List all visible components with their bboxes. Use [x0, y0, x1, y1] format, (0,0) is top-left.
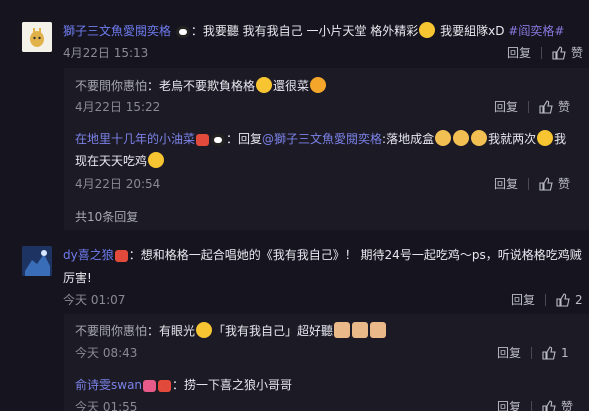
- kiss-emoji-icon: [148, 152, 165, 168]
- divider: [531, 346, 533, 359]
- avatar[interactable]: [22, 246, 52, 276]
- more-replies-link[interactable]: 共10条回复: [75, 208, 138, 225]
- thumbs-up-icon[interactable]: [552, 45, 566, 60]
- comment-actions: 回复 赞: [507, 44, 583, 61]
- reply-body: 俞诗雯swan ：捞一下喜之狼小哥哥: [75, 376, 292, 393]
- thumbs-up-icon[interactable]: [539, 176, 553, 191]
- reply-button[interactable]: 回复: [494, 98, 518, 115]
- thumbs-up-icon[interactable]: [542, 345, 556, 360]
- reply-actions: 回复 赞: [494, 175, 570, 192]
- username-link[interactable]: 在地里十几年的小油菜: [75, 132, 195, 146]
- topic-tag-link[interactable]: #阎奕格#: [508, 24, 564, 38]
- reply-text: ：老烏不要欺負格格: [147, 79, 256, 93]
- reply-panel: 不要問你惠怕：老烏不要欺負格格 還很菜 4月22日 15:22 回复 赞 在地里十…: [64, 68, 589, 230]
- reply-text-4: 我: [554, 132, 567, 146]
- avatar[interactable]: [22, 22, 52, 52]
- thumbs-up-icon[interactable]: [539, 99, 553, 114]
- reply-text-2: :落地成盒: [382, 132, 435, 146]
- reply-actions: 回复 赞: [494, 98, 570, 115]
- reply-text: ：有眼光: [147, 324, 196, 338]
- reply-body: 不要問你惠怕：老烏不要欺負格格 還很菜: [75, 77, 327, 94]
- panda-emoji-icon: [175, 26, 190, 38]
- comment-body-line2: 厉害!: [63, 269, 92, 286]
- comment-timestamp: 今天 01:07: [63, 293, 126, 307]
- reply-timestamp: 今天 08:43: [75, 346, 138, 360]
- comment-body: 獅子三文魚愛閱奕格 ：我要聽 我有我自己 一小片天堂 格外精彩 我要組隊xD #…: [63, 22, 564, 39]
- cat-emoji-icon: [453, 130, 470, 146]
- username-link[interactable]: 不要問你惠怕: [75, 324, 147, 338]
- like-button[interactable]: 赞: [571, 44, 583, 61]
- heart-badge-icon: [158, 380, 172, 392]
- username-link[interactable]: dy喜之狼: [63, 248, 114, 262]
- reply-button[interactable]: 回复: [507, 44, 531, 61]
- bunny-badge-icon: [143, 380, 157, 392]
- username-link[interactable]: 獅子三文魚愛閱奕格: [63, 24, 171, 38]
- comment-actions: 回复 2: [511, 291, 583, 308]
- cool-emoji-icon: [196, 322, 213, 338]
- divider: [545, 293, 547, 306]
- thumbs-up-icon[interactable]: [556, 292, 570, 307]
- reply-timestamp: 今天 01:55: [75, 400, 138, 411]
- heart-badge-icon: [114, 250, 128, 262]
- panda-emoji-icon: [211, 134, 226, 146]
- reply-body: 不要問你惠怕：有眼光 「我有我自己」超好聽: [75, 322, 387, 339]
- reply-actions: 回复 1: [497, 344, 569, 361]
- comment-text: ：我要聽 我有我自己 一小片天堂 格外精彩: [190, 24, 419, 38]
- reply-timestamp: 4月22日 15:22: [75, 100, 161, 114]
- like-button[interactable]: 赞: [558, 98, 570, 115]
- reply-text-2: 「我有我自己」超好聽: [213, 324, 334, 338]
- comment-text-2: 厉害!: [63, 271, 92, 285]
- thumbs-up-emoji-icon: [370, 322, 387, 338]
- like-button[interactable]: 赞: [558, 175, 570, 192]
- thumbs-up-emoji-icon: [352, 322, 369, 338]
- cat-emoji-icon: [435, 130, 452, 146]
- cat-emoji-icon: [471, 130, 488, 146]
- thumbs-up-emoji-icon: [334, 322, 351, 338]
- reply-text-3: 我就两次: [488, 132, 537, 146]
- reply-text: ：捞一下喜之狼小哥哥: [172, 378, 293, 392]
- comment-item: dy喜之狼 ：想和格格一起合唱她的《我有我自己》！ 期待24号一起吃鸡～ps，听说…: [0, 238, 589, 310]
- reply-button[interactable]: 回复: [497, 398, 521, 411]
- comment-text: ：想和格格一起合唱她的《我有我自己》！ 期待24号一起吃鸡～ps，听说格格吃鸡贼: [128, 248, 582, 262]
- like-count: 1: [561, 345, 569, 360]
- divider: [528, 100, 530, 113]
- reply-button[interactable]: 回复: [511, 291, 535, 308]
- heart-badge-icon: [196, 134, 210, 146]
- laugh-emoji-icon: [256, 77, 273, 93]
- kiss-emoji-icon: [537, 130, 554, 146]
- like-button[interactable]: 赞: [561, 398, 573, 411]
- reply-panel: 不要問你惠怕：有眼光 「我有我自己」超好聽 今天 08:43 回复 1 俞诗雯sw…: [64, 314, 589, 411]
- reply-text-2: 還很菜: [273, 79, 310, 93]
- reply-actions: 回复 赞: [497, 398, 573, 411]
- divider: [541, 46, 543, 59]
- reply-body: 在地里十几年的小油菜 ：回复@獅子三文魚愛閱奕格:落地成盒 我就两次 我: [75, 130, 566, 147]
- mention-link[interactable]: @獅子三文魚愛閱奕格: [262, 132, 382, 146]
- reply-text-5: 现在天天吃鸡: [75, 154, 148, 168]
- thumbs-up-icon[interactable]: [542, 399, 556, 411]
- divider: [528, 177, 530, 190]
- laugh-emoji-icon: [419, 22, 436, 38]
- reply-text: ：回复: [226, 132, 263, 146]
- reply-timestamp: 4月22日 20:54: [75, 177, 161, 191]
- divider: [531, 400, 533, 411]
- comment-item: 獅子三文魚愛閱奕格 ：我要聽 我有我自己 一小片天堂 格外精彩 我要組隊xD #…: [0, 0, 589, 68]
- comment-body: dy喜之狼 ：想和格格一起合唱她的《我有我自己》！ 期待24号一起吃鸡～ps，听说…: [63, 246, 582, 263]
- comment-text-2: 我要組隊xD: [436, 24, 509, 38]
- comment-timestamp: 4月22日 15:13: [63, 46, 149, 60]
- username-link[interactable]: 俞诗雯swan: [75, 378, 142, 392]
- grin-emoji-icon: [310, 77, 327, 93]
- reply-body-line2: 现在天天吃鸡: [75, 152, 165, 169]
- like-count: 2: [575, 292, 583, 307]
- reply-button[interactable]: 回复: [494, 175, 518, 192]
- username-link[interactable]: 不要問你惠怕: [75, 79, 147, 93]
- reply-button[interactable]: 回复: [497, 344, 521, 361]
